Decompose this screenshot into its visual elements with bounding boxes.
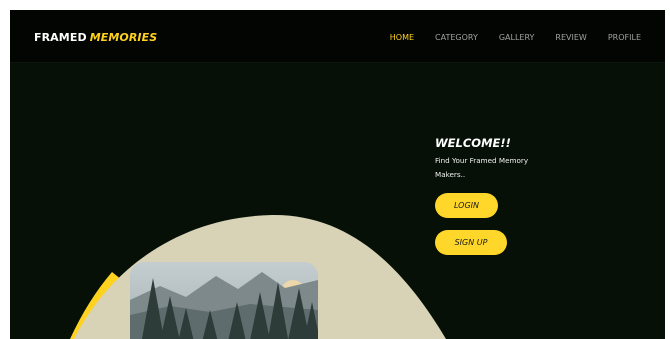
signup-button[interactable]: SIGN UP (435, 230, 507, 255)
hero-illustration (70, 214, 446, 339)
welcome-heading: WELCOME!! (435, 136, 511, 150)
page-frame: FRAMED MEMORIES HOME CATEGORY GALLERY REV… (10, 10, 665, 339)
mountain-forest-photo (130, 262, 318, 339)
welcome-subtitle: Find Your Framed Memory Makers.. (435, 156, 529, 179)
login-button[interactable]: LOGIN (435, 193, 498, 218)
